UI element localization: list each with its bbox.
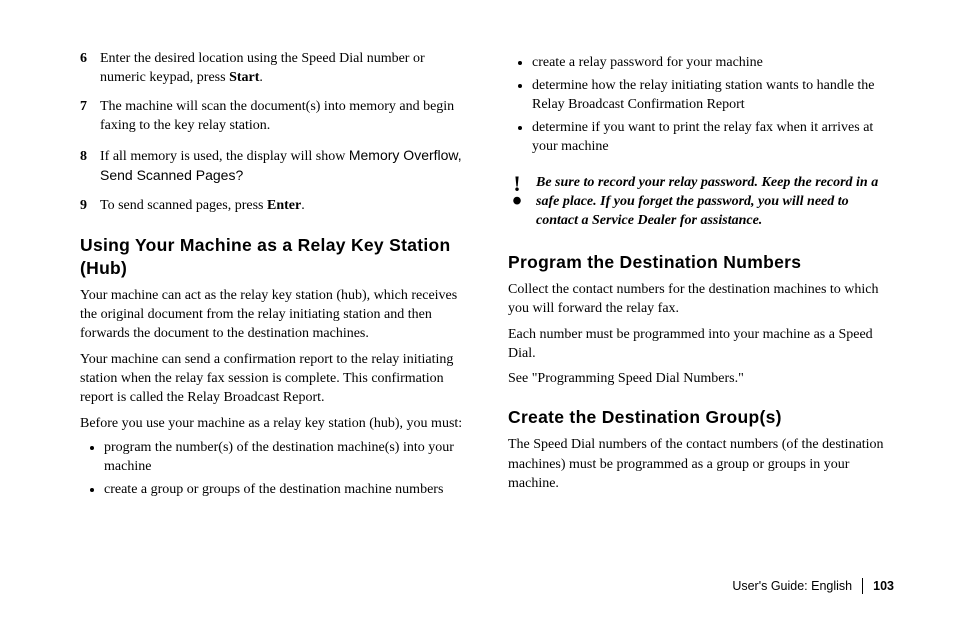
- step-text: The machine will scan the document(s) in…: [100, 98, 466, 136]
- heading-create-groups: Create the Destination Group(s): [508, 406, 894, 429]
- important-note: !• Be sure to record your relay password…: [508, 174, 894, 231]
- heading-program-numbers: Program the Destination Numbers: [508, 251, 894, 274]
- numbered-step: 8If all memory is used, the display will…: [80, 146, 466, 188]
- paragraph: The Speed Dial numbers of the contact nu…: [508, 435, 894, 493]
- step-number: 6: [80, 50, 100, 69]
- paragraph: Your machine can send a confirmation rep…: [80, 350, 466, 408]
- step-text: If all memory is used, the display will …: [100, 146, 466, 188]
- step-number: 7: [80, 98, 100, 117]
- step-number: 8: [80, 148, 100, 167]
- numbered-steps: 6Enter the desired location using the Sp…: [80, 50, 466, 216]
- paragraph: Your machine can act as the relay key st…: [80, 286, 466, 344]
- paragraph: Each number must be programmed into your…: [508, 325, 894, 364]
- list-item: program the number(s) of the destination…: [104, 439, 466, 477]
- numbered-step: 7The machine will scan the document(s) i…: [80, 98, 466, 136]
- paragraph: Before you use your machine as a relay k…: [80, 414, 466, 433]
- step-text: To send scanned pages, press Enter.: [100, 197, 466, 216]
- numbered-step: 9To send scanned pages, press Enter.: [80, 197, 466, 216]
- bullet-list: program the number(s) of the destination…: [80, 439, 466, 500]
- page-footer: User's Guide: English 103: [732, 578, 894, 594]
- page-number: 103: [873, 579, 894, 593]
- list-item: create a group or groups of the destinat…: [104, 481, 466, 500]
- paragraph: See "Programming Speed Dial Numbers.": [508, 369, 894, 388]
- list-item: determine if you want to print the relay…: [532, 119, 894, 157]
- footer-divider: [862, 578, 863, 594]
- document-page: 6Enter the desired location using the Sp…: [0, 0, 954, 618]
- paragraph: Collect the contact numbers for the dest…: [508, 280, 894, 319]
- list-item: create a relay password for your machine: [532, 54, 894, 73]
- right-column: create a relay password for your machine…: [508, 50, 894, 504]
- heading-relay-key-station: Using Your Machine as a Relay Key Statio…: [80, 234, 466, 280]
- bullet-list: create a relay password for your machine…: [508, 54, 894, 156]
- footer-label: User's Guide: English: [732, 579, 852, 593]
- left-column: 6Enter the desired location using the Sp…: [80, 50, 466, 504]
- two-column-layout: 6Enter the desired location using the Sp…: [80, 50, 894, 504]
- step-text: Enter the desired location using the Spe…: [100, 50, 466, 88]
- numbered-step: 6Enter the desired location using the Sp…: [80, 50, 466, 88]
- list-item: determine how the relay initiating stati…: [532, 77, 894, 115]
- exclamation-icon: !•: [508, 174, 526, 231]
- step-number: 9: [80, 197, 100, 216]
- note-text: Be sure to record your relay password. K…: [536, 174, 894, 231]
